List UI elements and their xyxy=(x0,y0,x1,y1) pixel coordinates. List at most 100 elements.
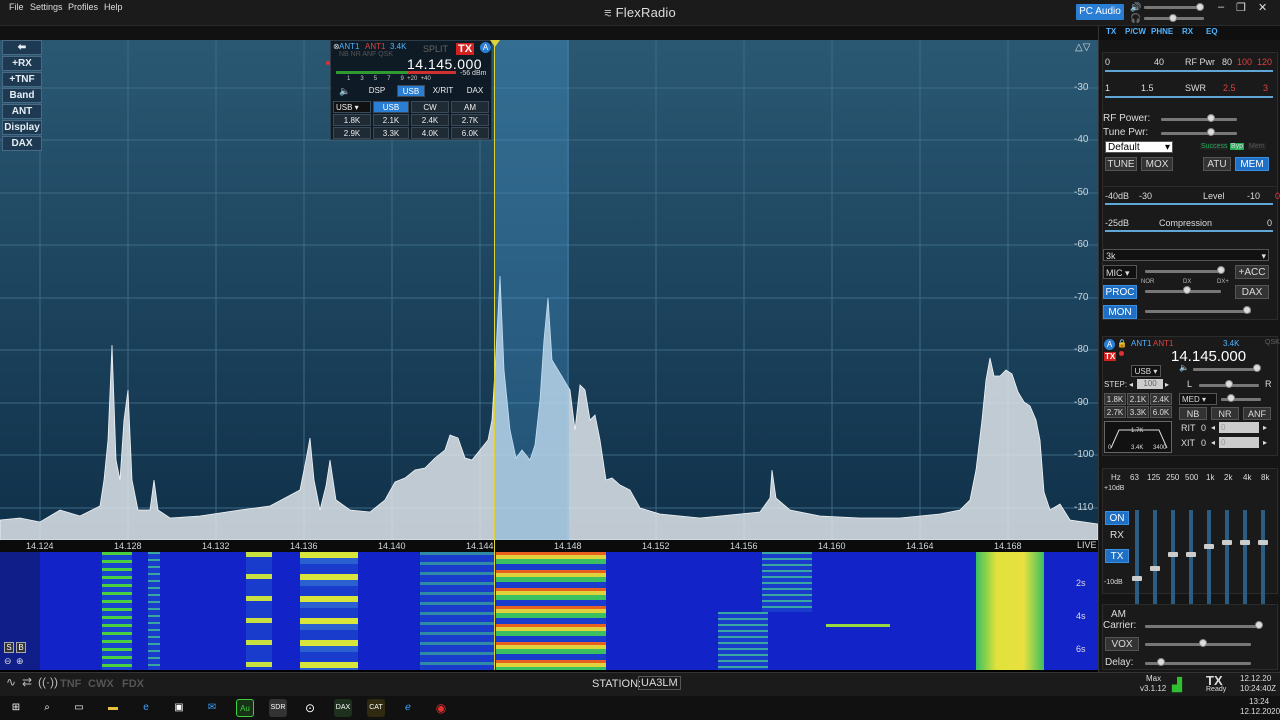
tab-dax[interactable]: DAX xyxy=(461,85,489,97)
mon-button[interactable]: MON xyxy=(1103,305,1137,319)
tx-filter-select[interactable]: 3k ▾ xyxy=(1103,249,1269,261)
display-button[interactable]: Display xyxy=(2,120,42,135)
eq-slider-1k[interactable] xyxy=(1204,510,1214,612)
xit-up-arrow[interactable]: ▸ xyxy=(1263,438,1267,447)
mox-button[interactable]: MOX xyxy=(1141,157,1173,171)
filter-2.1k-button[interactable]: 2.1K xyxy=(373,114,409,126)
collapse-button[interactable]: ⬅ xyxy=(2,40,42,55)
rit-down-arrow[interactable]: ◂ xyxy=(1211,423,1215,432)
filter-2.7k-button[interactable]: 2.7K xyxy=(451,114,489,126)
rx-filter-6.0k-button[interactable]: 6.0K xyxy=(1150,406,1172,418)
rx-filter-2.7k-button[interactable]: 2.7K xyxy=(1104,406,1126,418)
rx-filter-2.4k-button[interactable]: 2.4K xyxy=(1150,393,1172,405)
mode-cw-button[interactable]: CW xyxy=(411,101,449,113)
zoom-out-icon[interactable]: ⊖ xyxy=(4,656,12,667)
agc-threshold-knob[interactable] xyxy=(1227,394,1235,402)
tnf-toggle[interactable]: TNF xyxy=(60,678,81,690)
rx-filter-3.3k-button[interactable]: 3.3K xyxy=(1127,406,1149,418)
filter-2.4k-button[interactable]: 2.4K xyxy=(411,114,449,126)
windows-start-icon[interactable]: ⊞ xyxy=(7,699,25,717)
proc-button[interactable]: PROC xyxy=(1103,285,1137,299)
zoom-in-icon[interactable]: ⊕ xyxy=(16,656,24,667)
filter-1.8k-button[interactable]: 1.8K xyxy=(333,114,371,126)
rit-field[interactable]: 0 xyxy=(1219,422,1259,433)
record-app-icon[interactable]: ◉ xyxy=(432,699,450,717)
vox-button[interactable]: VOX xyxy=(1105,637,1139,651)
nb-button[interactable]: NB xyxy=(1179,407,1207,420)
eq-on-button[interactable]: ON xyxy=(1105,511,1129,525)
rx-filter-2.1k-button[interactable]: 2.1K xyxy=(1127,393,1149,405)
rx-mode-select[interactable]: USB ▾ xyxy=(1131,365,1161,377)
ant-button[interactable]: ANT xyxy=(2,104,42,119)
eq-slider-8k[interactable] xyxy=(1258,510,1268,612)
tuning-marker[interactable] xyxy=(490,40,500,47)
fdx-toggle[interactable]: FDX xyxy=(122,678,144,690)
minimize-button[interactable]: – xyxy=(1218,1,1224,13)
rit-up-arrow[interactable]: ▸ xyxy=(1263,423,1267,432)
acc-button[interactable]: +ACC xyxy=(1235,265,1269,279)
rx-pan-knob[interactable] xyxy=(1225,380,1233,388)
store-icon[interactable]: ▣ xyxy=(170,699,188,717)
tab-xrit[interactable]: X/RIT xyxy=(427,85,459,97)
eq-tx-button[interactable]: TX xyxy=(1105,549,1129,563)
tx-slice-badge[interactable]: TX xyxy=(1104,352,1117,361)
rx-volume-slider[interactable] xyxy=(1193,368,1259,371)
dax-app-icon[interactable]: DAX xyxy=(334,699,352,717)
step-up-arrow[interactable]: ▸ xyxy=(1165,380,1169,389)
band-button[interactable]: Band xyxy=(2,88,42,103)
mic-gain-slider[interactable] xyxy=(1145,270,1221,273)
filter-4.0k-button[interactable]: 4.0K xyxy=(411,127,449,139)
tx-flag-button[interactable]: TX xyxy=(456,43,475,55)
s-button[interactable]: S xyxy=(4,642,14,653)
filter-2.9k-button[interactable]: 2.9K xyxy=(333,127,371,139)
headphone-volume-knob[interactable] xyxy=(1169,14,1177,22)
recorder-icon[interactable]: ⊙ xyxy=(301,699,319,717)
tab-tx[interactable]: TX xyxy=(1106,27,1116,36)
waterfall[interactable]: 2s 4s 6s S B ⊖ ⊕ xyxy=(0,552,1098,670)
mem-button[interactable]: MEM xyxy=(1235,157,1269,171)
search-icon[interactable]: ⌕ xyxy=(38,699,56,717)
ie-icon[interactable]: ℯ xyxy=(399,699,417,717)
audition-icon[interactable]: Au xyxy=(236,699,254,717)
monitor-volume-knob[interactable] xyxy=(1243,306,1251,314)
vox-delay-knob[interactable] xyxy=(1157,658,1165,666)
split-button[interactable]: SPLIT xyxy=(423,44,448,54)
carrier-slider[interactable] xyxy=(1145,625,1259,628)
step-down-arrow[interactable]: ◂ xyxy=(1129,380,1133,389)
mic-select[interactable]: MIC ▾ xyxy=(1103,265,1137,279)
slice-tx-antenna[interactable]: ANT1 xyxy=(365,42,385,51)
nr-button[interactable]: NR xyxy=(1211,407,1239,420)
smartsdr-icon[interactable]: SDR xyxy=(269,699,287,717)
mode-usb-button[interactable]: USB xyxy=(373,101,409,113)
eq-slider-4k[interactable] xyxy=(1240,510,1250,612)
eq-slider-250[interactable] xyxy=(1168,510,1178,612)
filter-3.3k-button[interactable]: 3.3K xyxy=(373,127,409,139)
b-button[interactable]: B xyxy=(16,642,26,653)
mail-icon[interactable]: ✉ xyxy=(203,699,221,717)
menu-settings[interactable]: Settings xyxy=(30,2,63,12)
rx-antenna[interactable]: ANT1 xyxy=(1131,339,1151,348)
tx-profile-select[interactable]: Default ▾ xyxy=(1105,141,1173,153)
frequency-axis[interactable]: 14.124 14.128 14.132 14.136 14.140 14.14… xyxy=(0,540,1098,552)
filter-shape-graph[interactable]: 1.7K 0 3.4K 3400 xyxy=(1104,421,1172,453)
rf-power-slider[interactable] xyxy=(1161,118,1237,121)
mode-am-button[interactable]: AM xyxy=(451,101,489,113)
mic-gain-knob[interactable] xyxy=(1217,266,1225,274)
master-volume-slider[interactable] xyxy=(1144,6,1204,9)
record-dot[interactable] xyxy=(1119,351,1124,356)
slice-flag[interactable]: ⊗ ANT1 ANT1 3.4K SPLIT TX A NB NR ANF QS… xyxy=(326,40,492,140)
cwx-toggle[interactable]: CWX xyxy=(88,678,114,690)
eq-rx-button[interactable]: RX xyxy=(1105,529,1129,543)
tune-power-slider[interactable] xyxy=(1161,132,1237,135)
eq-slider-125[interactable] xyxy=(1150,510,1160,612)
filter-6.0k-button[interactable]: 6.0K xyxy=(451,127,489,139)
dax-tx-button[interactable]: DAX xyxy=(1235,285,1269,299)
eq-slider-63[interactable] xyxy=(1132,510,1142,612)
dax-button[interactable]: DAX xyxy=(2,136,42,151)
wireless-icon[interactable]: ((·)) xyxy=(38,675,58,689)
tab-mode[interactable]: USB xyxy=(397,85,425,97)
proc-level-knob[interactable] xyxy=(1183,286,1191,294)
record-dot[interactable] xyxy=(326,61,330,65)
passband-filter[interactable] xyxy=(494,40,569,540)
anf-button[interactable]: ANF xyxy=(1243,407,1271,420)
